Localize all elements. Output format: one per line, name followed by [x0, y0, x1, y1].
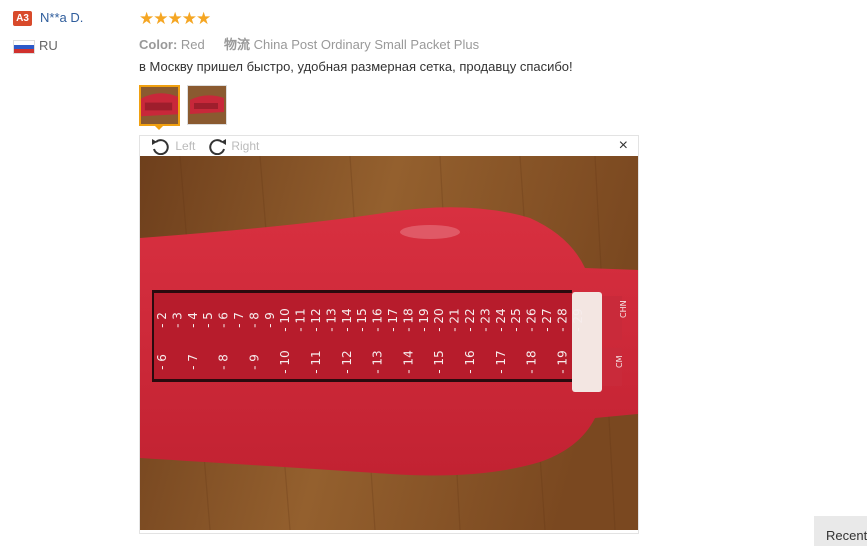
slider-bottom-label: CM: [615, 355, 624, 368]
ruler-bottom-tick-label: - 14: [401, 350, 415, 373]
ruler-top-tick-label: - 7: [232, 312, 246, 328]
color-label: Color:: [139, 37, 178, 52]
ruler-top-tick-label: - 4: [186, 312, 200, 328]
ruler-top-tick-label: - 15: [355, 308, 369, 331]
reviewer-name[interactable]: N**a D.: [40, 10, 83, 25]
ruler-top-tick-label: - 8: [247, 312, 261, 328]
ruler-bottom-tick-label: - 9: [247, 354, 261, 370]
ruler-top-tick-label: - 6: [217, 312, 231, 328]
ruler-top-tick-label: - 17: [386, 308, 400, 331]
rotate-left-label: Left: [175, 139, 196, 153]
ruler-top-tick-label: - 10: [278, 308, 292, 331]
rotate-left-button[interactable]: Left: [150, 137, 196, 156]
active-thumbnail-pointer: [153, 124, 165, 130]
russia-flag-icon: [13, 40, 35, 54]
ruler-top-tick-label: - 27: [540, 308, 554, 331]
review-photo: CHN CM - 2- 3- 4- 5- 6- 7- 8- 9- 10- 11-…: [140, 156, 638, 530]
ruler-bottom-tick-label: - 6: [155, 354, 169, 370]
ruler-top-tick-label: - 18: [401, 308, 415, 331]
ruler-top-tick-label: - 20: [432, 308, 446, 331]
ruler-top-tick-label: - 13: [324, 308, 338, 331]
ruler-top-tick-label: - 29: [571, 308, 585, 331]
ruler-top-tick-label: - 12: [309, 308, 323, 331]
ruler-bottom-tick-label: - 15: [432, 350, 446, 373]
close-button[interactable]: ×: [619, 138, 628, 154]
rotate-right-button[interactable]: Right: [206, 137, 260, 156]
ruler-top-tick-label: - 2: [155, 312, 169, 328]
ruler-bottom-tick-label: - 13: [371, 350, 385, 373]
rotate-left-icon: [152, 139, 169, 156]
country-code: RU: [39, 38, 58, 53]
review-photo-thumbnail[interactable]: [187, 85, 227, 125]
review-meta: Color: Red 物流 China Post Ordinary Small …: [139, 34, 479, 53]
ruler-top-tick-label: - 16: [371, 308, 385, 331]
ruler-top-tick-label: - 9: [263, 312, 277, 328]
ruler-bottom-tick-label: - 17: [494, 350, 508, 373]
ruler-bottom-tick-label: - 8: [217, 354, 231, 370]
ruler-top-tick-label: - 11: [294, 308, 308, 331]
star-rating: ★★★★★: [139, 9, 211, 28]
shipping-label: 物流: [224, 37, 251, 52]
color-value: Red: [180, 37, 205, 52]
ruler-bottom-tick-label: - 12: [340, 350, 354, 373]
ruler-bottom-tick-label: - 10: [278, 350, 292, 373]
ruler-top-tick-label: - 3: [170, 312, 184, 328]
ruler-top-tick-label: - 19: [417, 308, 431, 331]
rotate-right-icon: [209, 139, 226, 156]
ruler-top-tick-label: - 5: [201, 312, 215, 328]
ruler-top-tick-label: - 14: [340, 308, 354, 331]
review-photo-thumbnail[interactable]: [139, 85, 180, 126]
ruler-top-tick-label: - 21: [448, 308, 462, 331]
ruler-bottom-tick-label: - 11: [309, 350, 323, 373]
level-badge: A3: [13, 11, 32, 26]
shipping-value: China Post Ordinary Small Packet Plus: [253, 37, 480, 52]
rotate-right-label: Right: [231, 139, 260, 153]
ruler-top-tick-label: - 24: [494, 308, 508, 331]
ruler-bottom-tick-label: - 16: [463, 350, 477, 373]
ruler-bottom-tick-label: - 19: [555, 350, 569, 373]
image-viewer: Left Right × CHN CM - 2 - 3 - 4 - 5 - 6 …: [139, 135, 639, 534]
ruler-top-tick-label: - 26: [525, 308, 539, 331]
ruler-top-tick-label: - 23: [478, 308, 492, 331]
review-text: в Москву пришел быстро, удобная размерна…: [139, 59, 573, 74]
ruler-top-tick-label: - 28: [555, 308, 569, 331]
viewer-toolbar: Left Right ×: [140, 136, 638, 156]
ruler-bottom-tick-label: - 7: [186, 354, 200, 370]
ruler-top-tick-label: - 25: [509, 308, 523, 331]
ruler-top-tick-label: - 22: [463, 308, 477, 331]
slider-top-label: CHN: [619, 300, 628, 318]
ruler-bottom-tick-label: - 18: [525, 350, 539, 373]
